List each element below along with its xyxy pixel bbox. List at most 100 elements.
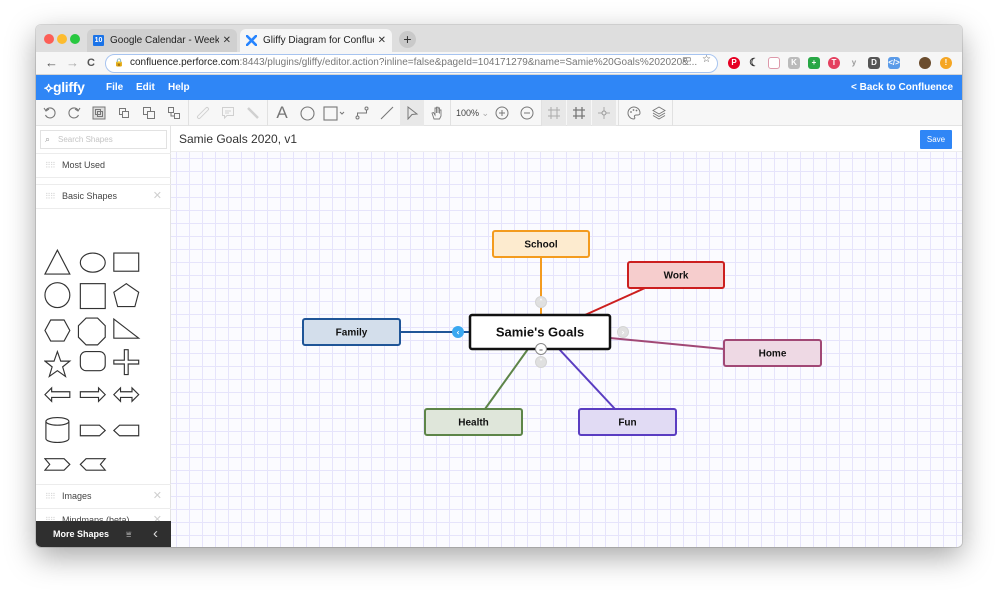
section-most-used[interactable]: ⠿⠿ Most Used	[36, 153, 171, 178]
connector-fun[interactable]	[558, 348, 616, 410]
node-school[interactable]: School	[492, 230, 590, 258]
bring-front-icon[interactable]	[137, 100, 161, 126]
collapse-sidebar-icon[interactable]: ‹	[153, 521, 158, 547]
section-basic-shapes[interactable]: ⠿⠿ Basic Shapes ✕	[36, 184, 171, 209]
zoom-level-dropdown[interactable]: 100% ⌄	[456, 108, 489, 119]
gliffy-logo[interactable]: ⟡gliffy	[44, 79, 85, 96]
drag-handle-icon[interactable]: ⠿⠿	[45, 485, 56, 508]
node-health[interactable]: Health	[424, 408, 523, 436]
section-images[interactable]: ⠿⠿ Images ✕	[36, 484, 171, 509]
kami-icon[interactable]: K	[788, 57, 800, 69]
pinterest-icon[interactable]: P	[728, 57, 740, 69]
url-input[interactable]: 🔒 confluence.perforce.com:8443/plugins/gl…	[105, 54, 718, 73]
lock-icon: 🔒	[114, 58, 124, 67]
connector-home[interactable]	[609, 337, 725, 350]
chevron-left-shape	[79, 458, 107, 471]
triangle-shape	[44, 248, 71, 275]
yoast-icon[interactable]: y	[848, 57, 860, 69]
rectangle-shape	[113, 252, 140, 272]
alert-icon[interactable]: !	[940, 57, 952, 69]
back-to-confluence-link[interactable]: < Back to Confluence	[851, 82, 953, 93]
zoom-out-icon[interactable]	[515, 100, 539, 126]
cast-icon[interactable]: ▭	[682, 54, 691, 65]
guides-icon[interactable]	[592, 100, 616, 126]
rectangle-tool-icon[interactable]	[320, 100, 350, 126]
connector-tool-icon[interactable]	[350, 100, 374, 126]
ellipse-tool-icon[interactable]	[295, 100, 319, 126]
group-icon[interactable]	[87, 100, 111, 126]
svg-text:‹: ‹	[456, 328, 459, 337]
shape-library-sidebar: ⌕ Search Shapes ⠿⠿ Most Used ⠿⠿ Basic Sh…	[36, 126, 171, 547]
chevron-right-shape	[44, 458, 71, 471]
bookmark-star-icon[interactable]: ☆	[702, 54, 711, 65]
expand-down-handle-icon[interactable]: ˅	[535, 356, 547, 368]
gliffy-logo-icon: ⟡	[44, 79, 53, 95]
browser-window: 10 Google Calendar - Week of Dec ✕ Gliff…	[36, 25, 962, 547]
drag-handle-icon[interactable]: ⠿⠿	[45, 154, 56, 177]
collapse-all-icon[interactable]: ⩸	[126, 521, 131, 547]
ungroup-icon[interactable]	[112, 100, 136, 126]
tab-gliffy[interactable]: Gliffy Diagram for Confluence ✕	[240, 29, 392, 52]
todoist-icon[interactable]: T	[828, 57, 840, 69]
reload-button[interactable]: C	[87, 55, 95, 71]
snap-grid-icon[interactable]	[567, 100, 591, 126]
send-back-icon[interactable]	[162, 100, 186, 126]
connector-health[interactable]	[484, 348, 529, 410]
close-section-icon[interactable]: ✕	[153, 185, 162, 208]
new-tab-button[interactable]: +	[399, 31, 416, 48]
diagram-canvas[interactable]: School Work Home Family Health Fun Samie's Goa…	[171, 152, 962, 547]
theme-palette-icon[interactable]	[622, 100, 646, 126]
expand-up-handle-icon[interactable]: ˄	[535, 296, 547, 308]
plus-icon[interactable]: +	[808, 57, 820, 69]
collapse-handle-icon[interactable]: –	[535, 343, 547, 355]
arrow-left-shape	[44, 386, 71, 403]
arrow-right-shape	[79, 386, 107, 403]
menu-edit[interactable]: Edit	[136, 82, 155, 93]
expand-left-handle-icon[interactable]: ‹	[452, 326, 464, 338]
close-section-icon[interactable]: ✕	[153, 485, 162, 508]
mindmap-diagram: School Work Home Family Health Fun Samie's Goa…	[302, 230, 822, 436]
tab-google-calendar[interactable]: 10 Google Calendar - Week of Dec ✕	[87, 29, 237, 52]
pointer-tool-icon[interactable]	[400, 100, 424, 126]
text-tool-icon[interactable]: A	[270, 100, 294, 126]
star-shape	[44, 349, 72, 378]
ellipse-shape	[79, 252, 106, 273]
arrow-double-shape	[113, 386, 140, 403]
moon-icon[interactable]: ☾	[748, 57, 760, 69]
expand-right-handle-icon[interactable]: ›	[617, 326, 629, 338]
zoom-in-icon[interactable]	[490, 100, 514, 126]
toolbar: A 100% ⌄	[36, 100, 962, 126]
node-work[interactable]: Work	[627, 261, 725, 289]
doc-icon[interactable]	[768, 57, 780, 69]
search-shapes-input[interactable]: ⌕ Search Shapes	[40, 130, 167, 149]
pocket-icon[interactable]: D	[868, 57, 880, 69]
comment-icon	[216, 100, 240, 126]
undo-icon[interactable]	[38, 100, 62, 126]
save-button[interactable]: Save	[920, 130, 952, 149]
close-tab-icon[interactable]: ✕	[378, 35, 386, 46]
back-button[interactable]: ←	[45, 55, 58, 71]
close-tab-icon[interactable]: ✕	[223, 35, 231, 46]
minimize-window-button[interactable]	[57, 34, 67, 44]
node-home[interactable]: Home	[723, 339, 822, 367]
eyedropper-icon	[241, 100, 265, 126]
line-tool-icon[interactable]	[375, 100, 399, 126]
layers-icon[interactable]	[647, 100, 671, 126]
avatar-icon[interactable]	[919, 57, 931, 69]
connector-work[interactable]	[584, 287, 646, 316]
menu-file[interactable]: File	[106, 82, 123, 93]
grid-toggle-icon[interactable]	[542, 100, 566, 126]
hand-tool-icon[interactable]	[425, 100, 449, 126]
forward-button[interactable]: →	[66, 55, 79, 71]
drag-handle-icon[interactable]: ⠿⠿	[45, 185, 56, 208]
devtools-icon[interactable]: </>	[888, 57, 900, 69]
close-window-button[interactable]	[44, 34, 54, 44]
redo-icon[interactable]	[62, 100, 86, 126]
node-label: Health	[458, 418, 489, 429]
maximize-window-button[interactable]	[70, 34, 80, 44]
node-family[interactable]: Family	[302, 318, 401, 346]
menu-help[interactable]: Help	[168, 82, 190, 93]
document-title[interactable]: Samie Goals 2020, v1	[179, 132, 297, 146]
node-fun[interactable]: Fun	[578, 408, 677, 436]
more-shapes-button[interactable]: More Shapes ⩸ ‹	[36, 521, 171, 547]
